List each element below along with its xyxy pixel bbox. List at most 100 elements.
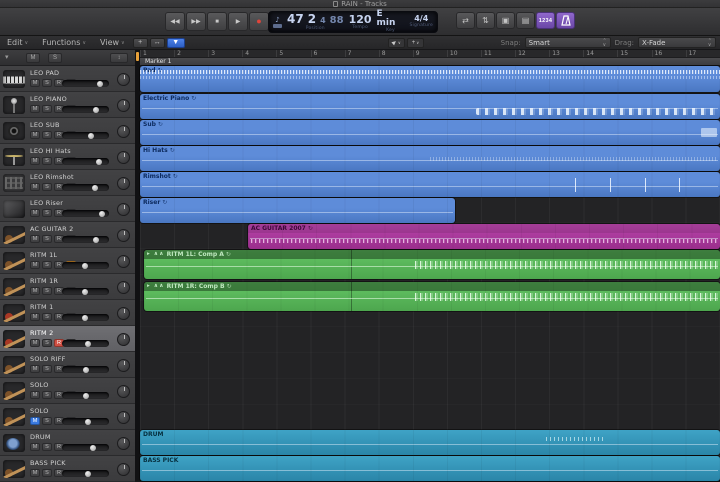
pan-knob[interactable] (117, 177, 130, 190)
region-electric-piano[interactable]: Electric Piano↻ (140, 94, 720, 119)
master-mute-button[interactable]: M (26, 53, 40, 63)
lcd-tempo[interactable]: 120 Tempo (349, 14, 372, 31)
stop-button[interactable]: ■ (207, 12, 227, 31)
track-row[interactable]: RITM 2MSRI (0, 326, 135, 352)
solo-button[interactable]: S (42, 313, 52, 321)
lcd-display[interactable]: ♪ 472488 Position 120 Tempo E min Key 4/… (268, 11, 438, 33)
volume-slider[interactable] (62, 262, 109, 269)
pan-knob[interactable] (117, 255, 130, 268)
solo-button[interactable]: S (42, 131, 52, 139)
mute-button[interactable]: M (30, 443, 40, 451)
volume-slider[interactable] (62, 340, 109, 347)
mute-button[interactable]: M (30, 391, 40, 399)
menu-view[interactable]: View∨ (93, 38, 132, 47)
region-riser[interactable]: Riser↻ (140, 198, 455, 223)
mute-button[interactable]: M (30, 339, 40, 347)
pan-knob[interactable] (117, 151, 130, 164)
volume-slider[interactable] (62, 210, 109, 217)
pan-knob[interactable] (117, 73, 130, 86)
track-row[interactable]: SOLOMSRI (0, 404, 135, 430)
pan-knob[interactable] (117, 359, 130, 372)
region-hi-hats[interactable]: Hi Hats↻ (140, 146, 720, 171)
solo-button[interactable]: S (42, 365, 52, 373)
pan-knob[interactable] (117, 281, 130, 294)
mute-button[interactable]: M (30, 417, 40, 425)
solo-button[interactable]: S (42, 287, 52, 295)
mute-button[interactable]: M (30, 131, 40, 139)
drag-select[interactable]: X-Fade⌃∨ (638, 37, 716, 48)
crosshair-tool[interactable]: +∨ (407, 38, 424, 48)
crosshair-button[interactable]: + (133, 38, 148, 48)
track-zoom-button[interactable]: ↕ (110, 53, 128, 63)
menu-functions[interactable]: Functions∨ (35, 38, 93, 47)
pan-knob[interactable] (117, 333, 130, 346)
track-row[interactable]: RITM 1RMSRI (0, 274, 135, 300)
track-row[interactable]: LEO RiserMSRI (0, 196, 135, 222)
solo-button[interactable]: S (42, 261, 52, 269)
volume-slider[interactable] (62, 366, 109, 373)
solo-button[interactable]: S (42, 417, 52, 425)
region-pad[interactable]: Pad↻ (140, 66, 720, 92)
volume-slider[interactable] (62, 418, 109, 425)
region-sub[interactable]: Sub↻ (140, 120, 720, 145)
volume-slider[interactable] (62, 158, 109, 165)
mute-button[interactable]: M (30, 235, 40, 243)
pan-knob[interactable] (117, 307, 130, 320)
track-row[interactable]: DRUMMSR (0, 430, 135, 456)
marker-track[interactable]: Marker 1 (140, 58, 720, 66)
play-button[interactable]: ▶ (228, 12, 248, 31)
region-rimshot[interactable]: Rimshot↻ (140, 172, 720, 197)
pointer-tool[interactable]: ▶∨ (388, 38, 405, 48)
menu-edit[interactable]: Edit∨ (0, 38, 35, 47)
metronome-button[interactable] (556, 12, 575, 29)
volume-slider[interactable] (62, 392, 109, 399)
solo-button[interactable]: S (42, 105, 52, 113)
snap-select[interactable]: Smart⌃∨ (525, 37, 611, 48)
pan-knob[interactable] (117, 125, 130, 138)
solo-button[interactable]: S (42, 391, 52, 399)
auto-zoom-button[interactable]: ↔ (150, 38, 165, 48)
region-ac-guitar-2007[interactable]: AC GUITAR 2007↻ (248, 224, 720, 249)
collapse-icon[interactable]: ▾ (5, 53, 9, 61)
mute-button[interactable]: M (30, 157, 40, 165)
pan-knob[interactable] (117, 437, 130, 450)
solo-button[interactable]: S (42, 79, 52, 87)
mute-button[interactable]: M (30, 313, 40, 321)
volume-slider[interactable] (62, 470, 109, 477)
forward-button[interactable]: ▶▶ (186, 12, 206, 31)
volume-slider[interactable] (62, 80, 109, 87)
solo-button[interactable]: S (42, 183, 52, 191)
track-row[interactable]: SOLOMSRI (0, 378, 135, 404)
take-folder-icon[interactable]: ▸ ∧∧ (147, 250, 165, 259)
volume-slider[interactable] (62, 132, 109, 139)
volume-slider[interactable] (62, 444, 109, 451)
lcd-key[interactable]: E min Key (377, 10, 405, 34)
record-button[interactable]: ● (249, 12, 269, 31)
take-folder-icon[interactable]: ▸ ∧∧ (147, 282, 165, 291)
volume-slider[interactable] (62, 106, 109, 113)
track-row[interactable]: RITM 1LMSRI (0, 248, 135, 274)
region-ritm-1l-comp-a[interactable]: ▸ ∧∧RITM 1L: Comp A↻ (144, 250, 720, 279)
region-ritm-1r-comp-b[interactable]: ▸ ∧∧RITM 1R: Comp B↻ (144, 282, 720, 311)
pan-knob[interactable] (117, 99, 130, 112)
filter-button[interactable]: ▼ (167, 38, 185, 48)
solo-button[interactable]: S (42, 339, 52, 347)
solo-button[interactable]: S (42, 157, 52, 165)
track-row[interactable]: RITM 1MSRI (0, 300, 135, 326)
track-row[interactable]: LEO PIANOMSRI (0, 92, 135, 118)
pan-knob[interactable] (117, 385, 130, 398)
master-solo-button[interactable]: S (48, 53, 62, 63)
solo-button[interactable]: S (42, 235, 52, 243)
pan-knob[interactable] (117, 411, 130, 424)
volume-slider[interactable] (62, 184, 109, 191)
solo-button[interactable]: S (42, 469, 52, 477)
mute-button[interactable]: M (30, 105, 40, 113)
pan-knob[interactable] (117, 463, 130, 476)
solo-button[interactable]: S (42, 443, 52, 451)
mute-button[interactable]: M (30, 469, 40, 477)
arrange-lanes[interactable]: Pad↻Electric Piano↻Sub↻Hi Hats↻Rimshot↻R… (140, 66, 720, 480)
low-latency-button[interactable]: ▤ (516, 12, 535, 29)
autopunch-button[interactable]: ⇅ (476, 12, 495, 29)
replace-button[interactable]: ▣ (496, 12, 515, 29)
track-row[interactable]: LEO SUBMSRI (0, 118, 135, 144)
